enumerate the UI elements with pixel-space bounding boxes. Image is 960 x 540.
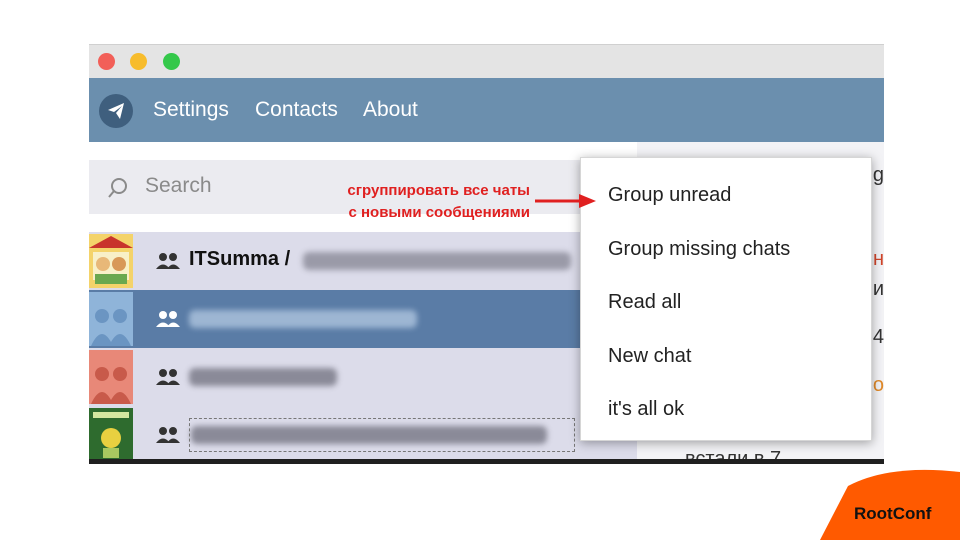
chat-row[interactable]: ITSumma / <box>89 232 637 290</box>
menu-item-group-unread[interactable]: Group unread <box>608 184 731 207</box>
window-bottom-edge <box>89 459 884 464</box>
annotation-line-2: с новыми сообщениями <box>348 204 530 221</box>
group-icon <box>156 369 180 385</box>
redacted-chat-name <box>189 310 417 328</box>
close-window-button[interactable] <box>98 53 115 70</box>
paper-plane-icon <box>108 103 124 119</box>
menu-item-group-missing-chats[interactable]: Group missing chats <box>608 238 790 261</box>
menu-item-its-all-ok[interactable]: it's all ok <box>608 398 684 421</box>
search-icon <box>108 178 127 198</box>
nav-contacts[interactable]: Contacts <box>255 98 338 122</box>
rootconf-logo: RootConf <box>820 466 960 540</box>
telegram-logo-icon[interactable] <box>99 94 133 128</box>
menu-item-new-chat[interactable]: New chat <box>608 345 691 368</box>
search-input[interactable] <box>145 174 305 198</box>
redacted-chat-name <box>303 252 571 270</box>
cut-off-text: g <box>872 164 884 186</box>
nav-settings[interactable]: Settings <box>153 98 229 122</box>
chat-title: ITSumma / <box>189 248 291 270</box>
top-navbar: Settings Contacts About <box>89 78 884 142</box>
chat-row[interactable] <box>89 290 637 348</box>
menu-item-read-all[interactable]: Read all <box>608 291 681 314</box>
redacted-chat-name <box>189 368 337 386</box>
focus-outline <box>189 418 575 452</box>
annotation-line-1: сгруппировать все чаты <box>347 182 530 199</box>
cut-off-text: и <box>872 278 884 300</box>
group-icon <box>156 253 180 269</box>
nav-about[interactable]: About <box>363 98 418 122</box>
chat-avatar <box>89 292 133 346</box>
chat-avatar <box>89 408 133 462</box>
title-bar <box>89 44 884 78</box>
slide-annotation: сгруппировать все чаты с новыми сообщени… <box>298 180 530 224</box>
cut-off-text: 4 <box>872 326 884 348</box>
minimize-window-button[interactable] <box>130 53 147 70</box>
chat-avatar <box>89 350 133 404</box>
annotation-arrow-icon <box>535 194 596 208</box>
chat-list-context-menu: Group unread Group missing chats Read al… <box>580 157 872 441</box>
brand-name: RootConf <box>854 504 932 523</box>
chat-row[interactable] <box>89 406 637 464</box>
zoom-window-button[interactable] <box>163 53 180 70</box>
chat-avatar <box>89 234 133 288</box>
chat-row[interactable] <box>89 348 637 406</box>
group-icon <box>156 311 180 327</box>
cut-off-text: н <box>872 248 884 270</box>
group-icon <box>156 427 180 443</box>
